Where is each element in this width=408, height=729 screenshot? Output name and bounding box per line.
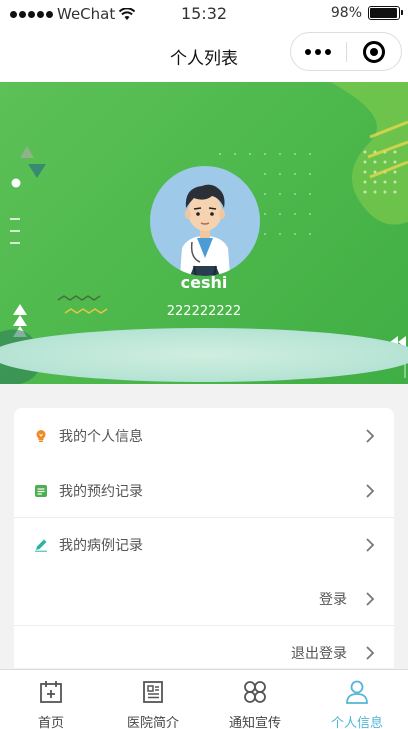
menu-item-medical-records[interactable]: 我的病例记录 (14, 518, 394, 572)
nav-bar: 个人列表 (0, 28, 408, 82)
menu-item-label: 我的预约记录 (59, 484, 143, 500)
chevron-right-icon (366, 646, 375, 660)
mini-program-capsule (290, 32, 402, 71)
profile-phone: 222222222 (166, 304, 242, 319)
logout-label: 退出登录 (291, 646, 347, 662)
tab-home[interactable]: 首页 (0, 670, 102, 729)
target-icon (362, 40, 385, 63)
calendar-icon (35, 485, 47, 497)
grid-circles-icon (244, 681, 266, 703)
tab-label: 医院简介 (126, 716, 179, 729)
login-label: 登录 (319, 592, 347, 608)
login-button[interactable]: 登录 (14, 572, 394, 626)
menu-item-label: 我的病例记录 (59, 538, 143, 554)
more-options-button[interactable] (291, 48, 346, 55)
status-right: 98% (330, 5, 403, 21)
battery-icon (368, 6, 403, 20)
battery-percent: 98% (330, 5, 362, 21)
menu-item-personal-info[interactable]: 我的个人信息 (14, 409, 394, 463)
close-miniprogram-button[interactable] (347, 40, 402, 63)
profile-username: ceshi (180, 273, 228, 292)
doctor-avatar-icon (180, 184, 230, 276)
banner-reflection (0, 328, 408, 382)
profile-menu: 我的个人信息 我的预约记录 我的病例记录 登录 退出登录 (14, 408, 394, 668)
tab-bar: 首页 医院简介 通知宣传 个人信息 (0, 669, 408, 729)
profile-banner: ceshi 222222222 (0, 82, 408, 384)
tab-label: 个人信息 (330, 716, 383, 729)
tab-personal-info[interactable]: 个人信息 (306, 670, 408, 729)
chevron-right-icon (366, 538, 375, 552)
tab-label: 首页 (37, 716, 64, 729)
tab-hospital-intro[interactable]: 医院简介 (102, 670, 204, 729)
lightbulb-icon (36, 430, 46, 442)
pencil-icon (35, 539, 47, 552)
chevron-right-icon (366, 484, 375, 498)
status-bar: WeChat 15:32 98% (0, 0, 408, 28)
home-calendar-icon (40, 681, 62, 703)
tab-notices[interactable]: 通知宣传 (204, 670, 306, 729)
menu-item-label: 我的个人信息 (59, 429, 143, 445)
chevron-right-icon (366, 592, 375, 606)
avatar[interactable] (150, 166, 260, 276)
chevron-right-icon (366, 429, 375, 443)
newspaper-icon (143, 681, 163, 703)
tab-label: 通知宣传 (228, 716, 281, 729)
menu-item-appointments[interactable]: 我的预约记录 (14, 464, 394, 518)
person-icon (346, 680, 368, 704)
